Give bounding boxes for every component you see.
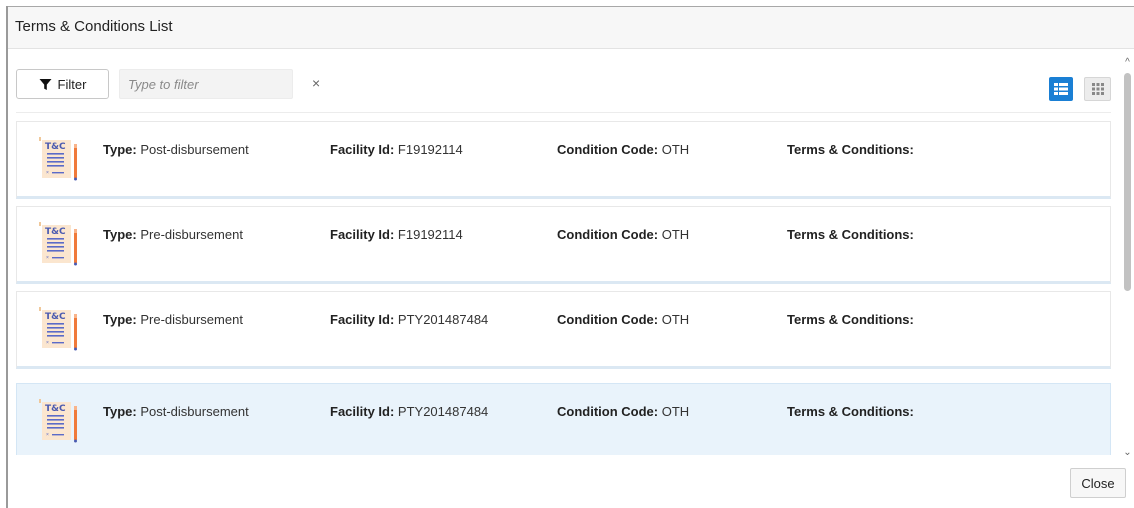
- item-terms: Terms & Conditions:: [787, 142, 914, 157]
- tc-document-icon: T&C ×: [39, 222, 77, 266]
- list-item-selected[interactable]: T&C × Type: Post-disbursement Facility I…: [16, 383, 1111, 455]
- svg-text:×: ×: [46, 255, 49, 261]
- item-type: Type: Pre-disbursement: [103, 227, 243, 242]
- funnel-icon: [39, 78, 52, 90]
- list-view-icon: [1054, 83, 1068, 95]
- list-item[interactable]: T&C × Type: Pre-disbursement Facility Id…: [16, 291, 1111, 369]
- filter-button-label: Filter: [57, 76, 87, 92]
- item-condition-code: Condition Code: OTH: [557, 227, 690, 242]
- list-view-toggle[interactable]: [1049, 77, 1073, 101]
- item-facility-id: Facility Id: PTY201487484: [330, 312, 489, 327]
- item-facility-id: Facility Id: PTY201487484: [330, 404, 489, 419]
- scroll-up-icon[interactable]: ^: [1121, 57, 1134, 69]
- item-type: Type: Post-disbursement: [103, 404, 249, 419]
- dialog-header: Terms & Conditions List: [8, 7, 1134, 49]
- svg-text:×: ×: [46, 432, 49, 438]
- grid-view-toggle[interactable]: [1084, 77, 1111, 101]
- tc-document-icon: T&C ×: [39, 307, 77, 351]
- svg-text:×: ×: [46, 170, 49, 176]
- tc-document-icon: T&C ×: [39, 137, 77, 181]
- list-toolbar: Filter ×: [8, 49, 1118, 113]
- item-type: Type: Post-disbursement: [103, 142, 249, 157]
- close-button[interactable]: Close: [1070, 468, 1126, 498]
- list-item[interactable]: T&C × Type: Pre-disbursement Facility Id…: [16, 206, 1111, 284]
- item-facility-id: Facility Id: F19192114: [330, 227, 463, 242]
- clear-filter-icon[interactable]: ×: [312, 76, 322, 90]
- scroll-down-icon[interactable]: ⌄: [1121, 447, 1134, 459]
- filter-button[interactable]: Filter: [16, 69, 109, 99]
- svg-text:T&C: T&C: [45, 227, 66, 237]
- list-item[interactable]: T&C × Type: Post-disbursement Facility I…: [16, 121, 1111, 199]
- grid-view-icon: [1091, 83, 1104, 95]
- dialog-title: Terms & Conditions List: [15, 18, 173, 35]
- item-terms: Terms & Conditions:: [787, 312, 914, 327]
- filter-input[interactable]: [119, 69, 293, 99]
- item-type: Type: Pre-disbursement: [103, 312, 243, 327]
- svg-text:T&C: T&C: [45, 312, 66, 322]
- item-condition-code: Condition Code: OTH: [557, 404, 690, 419]
- vertical-scrollbar[interactable]: ^ ⌄: [1121, 51, 1134, 463]
- item-condition-code: Condition Code: OTH: [557, 312, 690, 327]
- tc-document-icon: T&C ×: [39, 399, 77, 443]
- svg-text:×: ×: [46, 340, 49, 346]
- item-terms: Terms & Conditions:: [787, 404, 914, 419]
- item-condition-code: Condition Code: OTH: [557, 142, 690, 157]
- terms-list: T&C × Type: Post-disbursement Facility I…: [16, 121, 1111, 455]
- svg-text:T&C: T&C: [45, 142, 66, 152]
- toolbar-divider: [16, 112, 1111, 113]
- svg-text:T&C: T&C: [45, 404, 66, 414]
- terms-conditions-dialog: Terms & Conditions List Filter ×: [8, 7, 1134, 508]
- item-terms: Terms & Conditions:: [787, 227, 914, 242]
- item-facility-id: Facility Id: F19192114: [330, 142, 463, 157]
- scrollbar-thumb[interactable]: [1124, 73, 1131, 291]
